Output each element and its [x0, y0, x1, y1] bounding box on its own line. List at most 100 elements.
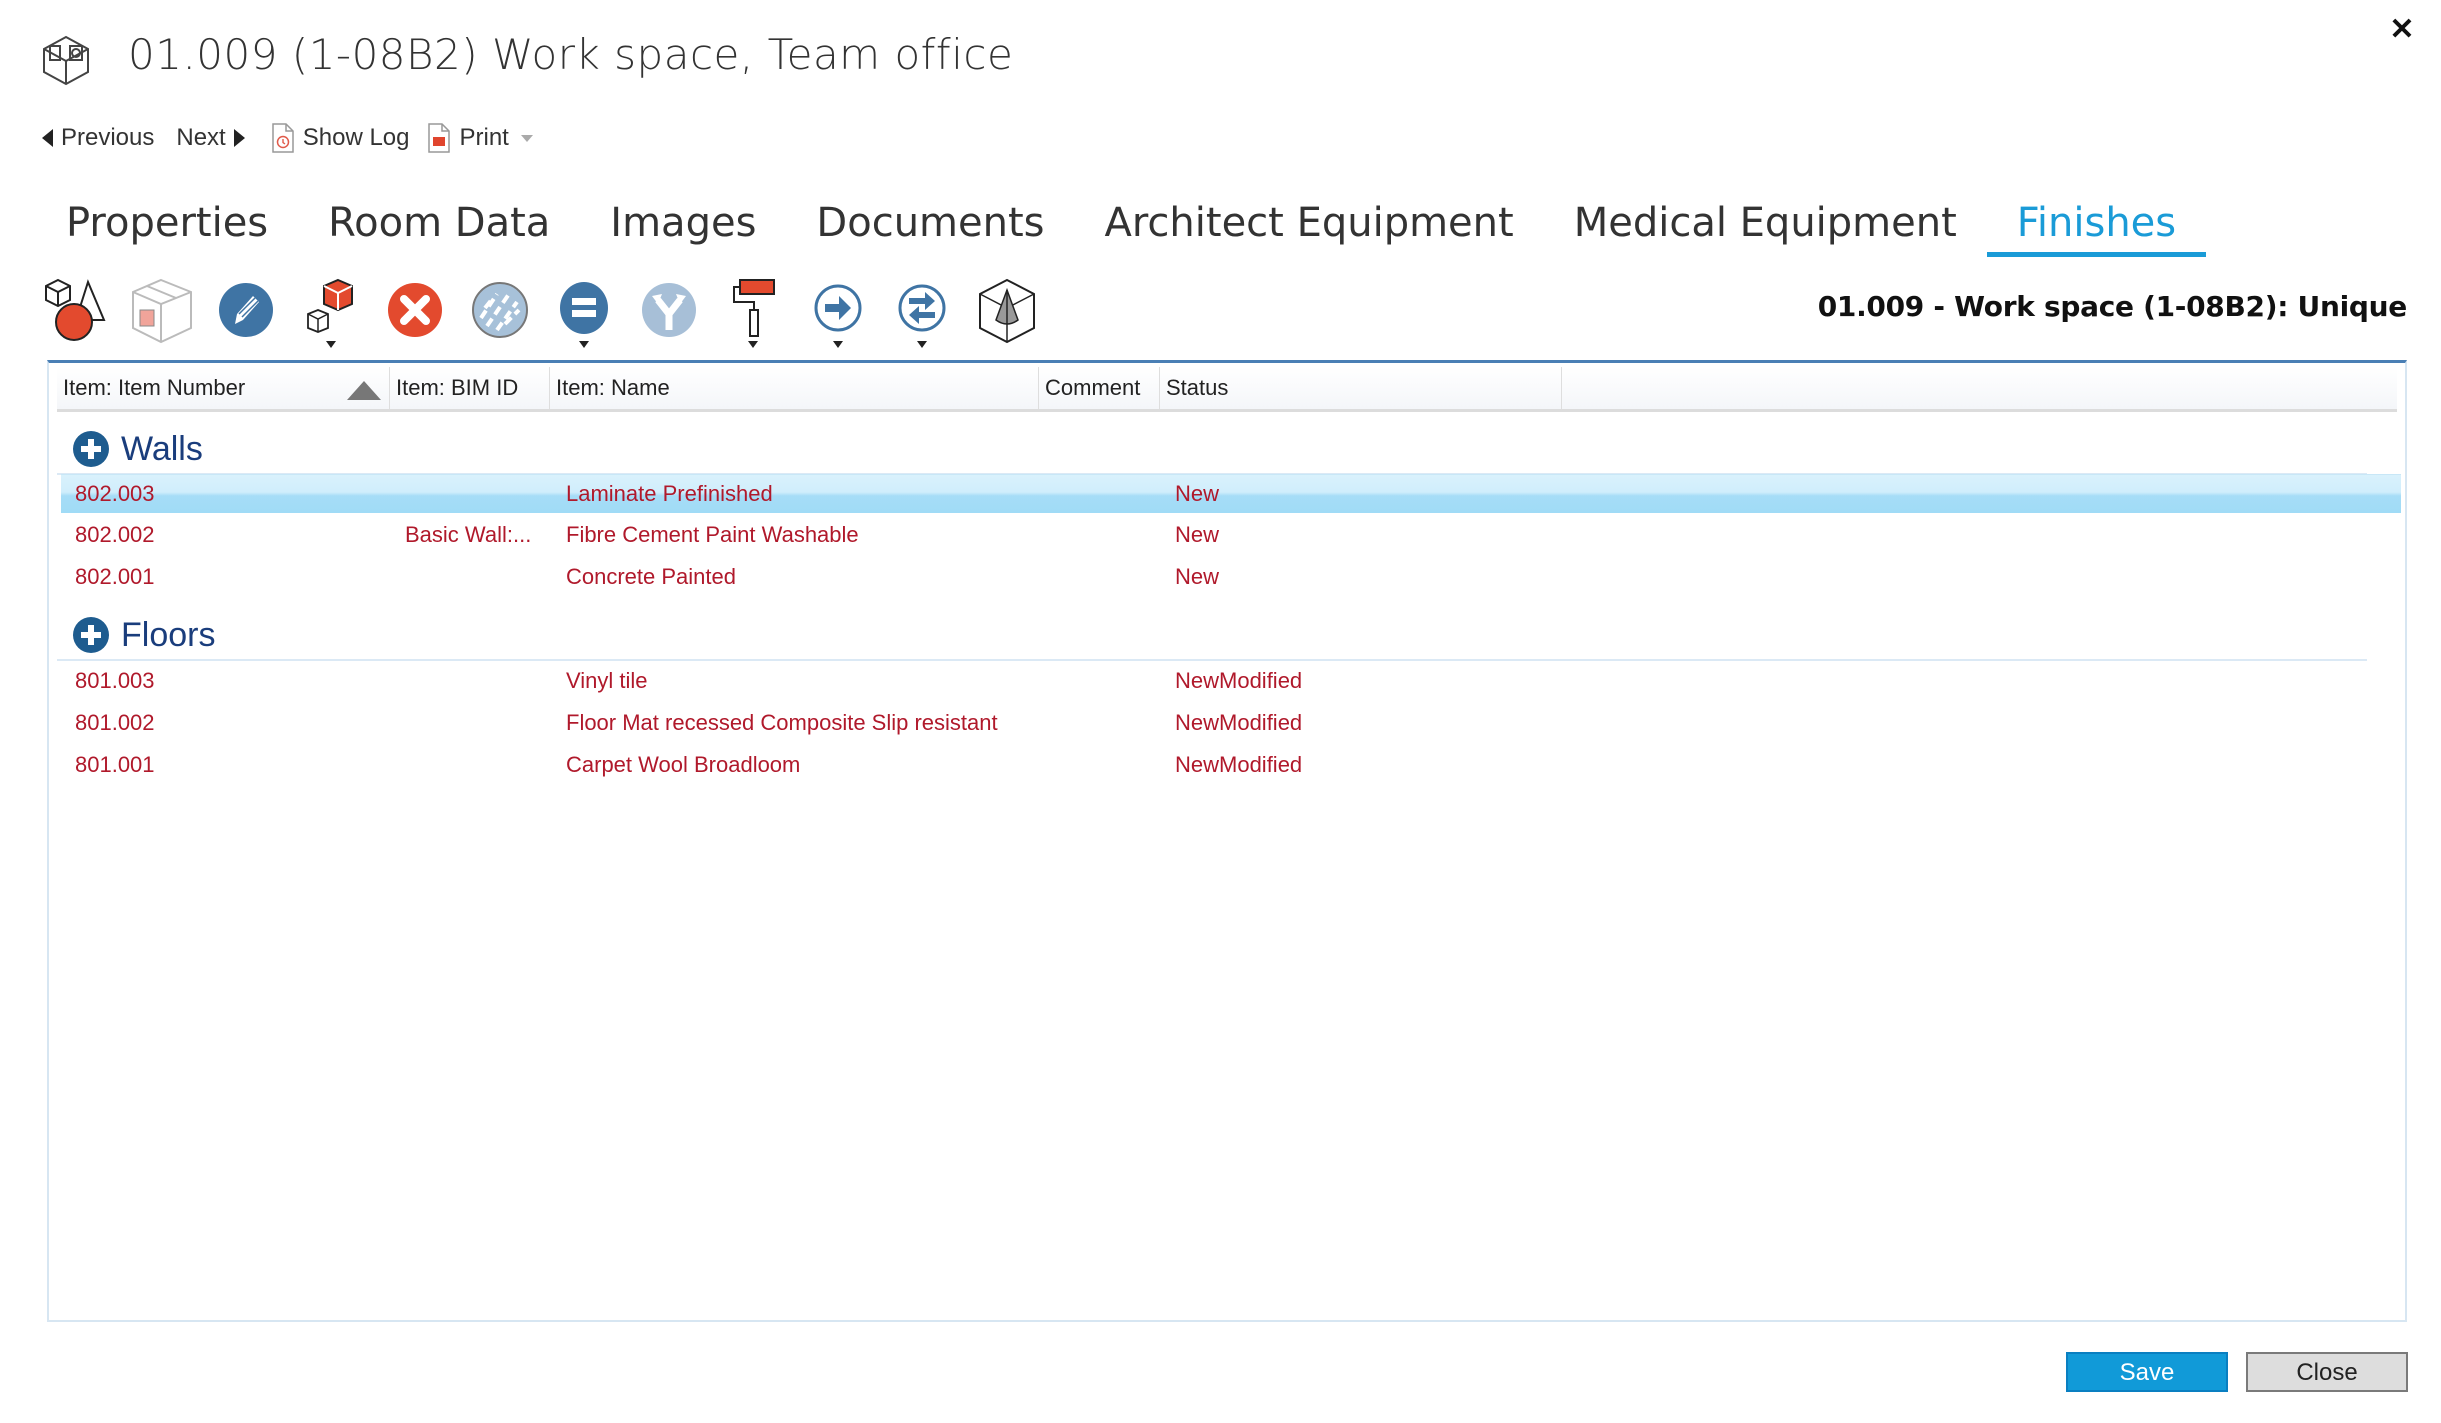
- shapes-icon: [45, 278, 106, 341]
- shapes-button[interactable]: [44, 276, 110, 348]
- swap-button[interactable]: [889, 276, 955, 348]
- dropdown-arrow-icon[interactable]: [917, 341, 927, 348]
- log-document-icon: [271, 123, 295, 153]
- merge-icon: [641, 283, 696, 337]
- paint-roller-button[interactable]: [720, 276, 786, 348]
- group-header-walls[interactable]: Walls: [73, 427, 203, 471]
- cone-in-box-button[interactable]: [974, 276, 1040, 348]
- cell-status: New: [1175, 522, 1220, 547]
- chevron-right-icon: [233, 129, 245, 147]
- hatch-pattern-button[interactable]: [467, 276, 533, 348]
- chevron-left-icon: [42, 129, 53, 147]
- paint-roller-icon: [733, 279, 775, 337]
- cell-status: New: [1175, 481, 1220, 506]
- group-label: Floors: [121, 615, 216, 654]
- column-header-status[interactable]: Status: [1160, 367, 1562, 409]
- cell-name: Laminate Prefinished: [566, 481, 773, 506]
- show-log-button[interactable]: Show Log: [271, 123, 410, 153]
- cell-status: NewModified: [1175, 710, 1303, 735]
- cell-item-number: 802.002: [75, 522, 155, 547]
- dropdown-arrow-icon[interactable]: [832, 341, 843, 348]
- room-box-button[interactable]: [129, 276, 195, 348]
- group-header-floors[interactable]: Floors: [73, 613, 215, 657]
- next-button[interactable]: Next: [176, 124, 245, 152]
- edit-button[interactable]: [213, 276, 279, 348]
- cell-name: Vinyl tile: [566, 668, 648, 693]
- pdf-document-icon: [427, 123, 451, 153]
- nav-bar: Previous Next Show Log Print: [42, 122, 533, 154]
- column-header-item-number[interactable]: Item: Item Number: [57, 367, 390, 409]
- cell-name: Fibre Cement Paint Washable: [566, 522, 859, 547]
- tab-medical-equipment[interactable]: Medical Equipment: [1574, 195, 1987, 255]
- tab-images[interactable]: Images: [610, 195, 786, 255]
- equals-icon: [560, 282, 608, 334]
- room-3d-icon: [40, 34, 92, 86]
- cubes-button[interactable]: [298, 276, 364, 348]
- tab-properties[interactable]: Properties: [66, 195, 298, 255]
- dropdown-arrow-icon[interactable]: [579, 341, 589, 348]
- dropdown-arrow-icon[interactable]: [748, 341, 758, 348]
- print-label: Print: [459, 124, 509, 151]
- group-divider: [57, 659, 2367, 661]
- table-row[interactable]: 801.002 Floor Mat recessed Composite Sli…: [61, 704, 2401, 742]
- cone-in-box-icon: [978, 278, 1035, 344]
- table-row[interactable]: 802.001 Concrete Painted New: [61, 558, 2401, 596]
- save-button[interactable]: Save: [2066, 1352, 2228, 1392]
- cell-name: Carpet Wool Broadloom: [566, 752, 801, 777]
- column-header-bim-id[interactable]: Item: BIM ID: [390, 367, 550, 409]
- context-label: 01.009 - Work space (1-08B2): Unique: [1817, 290, 2408, 323]
- column-header-filler: [1562, 367, 2397, 409]
- delete-button[interactable]: [382, 276, 448, 348]
- edit-pencil-icon: [219, 283, 273, 337]
- dropdown-arrow-icon[interactable]: [325, 341, 336, 348]
- table-row[interactable]: 802.003 Laminate Prefinished New: [61, 474, 2401, 513]
- next-label: Next: [176, 124, 226, 151]
- cell-item-number: 801.003: [75, 668, 155, 693]
- column-label: Item: Item Number: [63, 375, 246, 400]
- cell-item-number: 802.001: [75, 564, 155, 589]
- cubes-icon: [306, 278, 353, 333]
- cell-item-number: 802.003: [75, 481, 155, 506]
- cell-name: Floor Mat recessed Composite Slip resist…: [566, 710, 998, 735]
- cell-bim-id: Basic Wall:...: [405, 522, 532, 547]
- show-log-label: Show Log: [302, 124, 410, 151]
- sort-ascending-icon[interactable]: [347, 381, 381, 400]
- table-row[interactable]: 801.001 Carpet Wool Broadloom NewModifie…: [61, 746, 2401, 784]
- previous-button[interactable]: Previous: [42, 124, 154, 152]
- swap-arrows-icon: [898, 284, 946, 332]
- column-header-name[interactable]: Item: Name: [550, 367, 1039, 409]
- chevron-down-icon[interactable]: [520, 134, 533, 142]
- close-button[interactable]: Close: [2246, 1352, 2408, 1392]
- tab-finishes[interactable]: Finishes: [1986, 195, 2207, 257]
- grid-header: Item: Item Number Item: BIM ID Item: Nam…: [57, 367, 2397, 412]
- room-box-icon: [131, 278, 192, 344]
- group-label: Walls: [121, 429, 203, 468]
- finishes-grid: Item: Item Number Item: BIM ID Item: Nam…: [47, 360, 2407, 1322]
- arrow-right-button[interactable]: [805, 276, 871, 348]
- delete-icon: [388, 283, 442, 337]
- column-header-comment[interactable]: Comment: [1039, 367, 1160, 409]
- table-row[interactable]: 801.003 Vinyl tile NewModified: [61, 662, 2401, 700]
- print-button[interactable]: Print: [427, 123, 533, 153]
- tab-bar: Properties Room Data Images Documents Ar…: [66, 195, 2236, 257]
- arrow-right-icon: [814, 284, 861, 332]
- expand-plus-icon[interactable]: [73, 617, 109, 653]
- tab-room-data[interactable]: Room Data: [328, 195, 580, 255]
- table-row[interactable]: 802.002 Basic Wall:... Fibre Cement Pain…: [61, 516, 2401, 554]
- merge-button[interactable]: [636, 276, 702, 348]
- cell-name: Concrete Painted: [566, 564, 736, 589]
- tab-documents[interactable]: Documents: [816, 195, 1074, 255]
- previous-label: Previous: [61, 124, 155, 151]
- cell-status: NewModified: [1175, 668, 1303, 693]
- cell-status: NewModified: [1175, 752, 1303, 777]
- cell-item-number: 801.002: [75, 710, 155, 735]
- close-x-icon[interactable]: ✕: [2388, 15, 2416, 45]
- expand-plus-icon[interactable]: [73, 431, 109, 467]
- window-title: 01.009 (1-08B2) Work space, Team office: [128, 30, 1014, 79]
- toolbar: [44, 276, 1058, 348]
- tab-architect-equipment[interactable]: Architect Equipment: [1105, 195, 1544, 255]
- cell-status: New: [1175, 564, 1220, 589]
- equals-button[interactable]: [551, 276, 617, 348]
- hatch-pattern-icon: [471, 282, 528, 338]
- cell-item-number: 801.001: [75, 752, 155, 777]
